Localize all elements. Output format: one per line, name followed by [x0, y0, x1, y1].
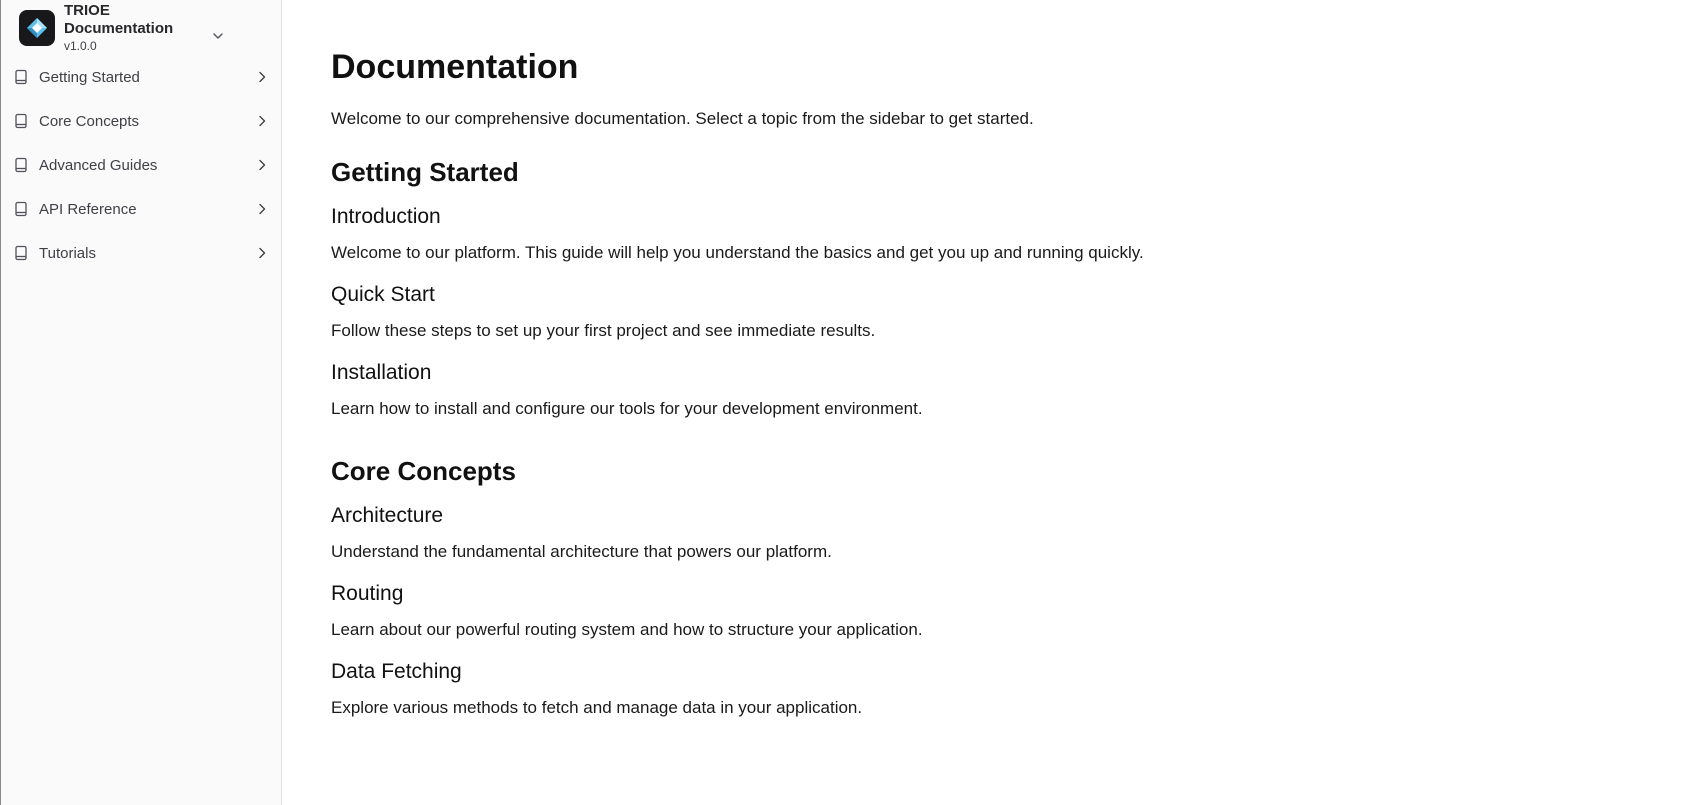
- sidebar-item-getting-started[interactable]: Getting Started: [1, 55, 281, 99]
- main-content: Documentation Welcome to our comprehensi…: [282, 0, 1706, 805]
- chevron-right-icon: [255, 114, 269, 128]
- page-intro: Welcome to our comprehensive documentati…: [331, 109, 1034, 128]
- brand-title: TRIOE Documentation: [64, 1, 174, 37]
- sidebar-item-label: Getting Started: [39, 68, 140, 86]
- sidebar-item-label: API Reference: [39, 200, 137, 218]
- sidebar-item-label: Tutorials: [39, 244, 96, 262]
- topic-title: Architecture: [331, 504, 444, 527]
- chevron-right-icon: [255, 202, 269, 216]
- section-heading: Core Concepts: [331, 456, 516, 486]
- section-getting-started: Getting Started Introduction Welcome to …: [331, 155, 1706, 420]
- topic-title: Introduction: [331, 205, 441, 228]
- sidebar: TRIOE Documentation v1.0.0 Getting Start…: [0, 0, 282, 805]
- book-icon: [13, 157, 29, 173]
- book-icon: [13, 245, 29, 261]
- page-title: Documentation: [331, 48, 579, 86]
- app: TRIOE Documentation v1.0.0 Getting Start…: [0, 0, 1706, 805]
- book-icon: [13, 69, 29, 85]
- topic-text: Welcome to our platform. This guide will…: [331, 243, 1144, 262]
- sidebar-item-advanced-guides[interactable]: Advanced Guides: [1, 143, 281, 187]
- topic-title: Routing: [331, 582, 404, 605]
- sidebar-item-api-reference[interactable]: API Reference: [1, 187, 281, 231]
- topic-text: Learn how to install and configure our t…: [331, 399, 923, 418]
- topic-text: Explore various methods to fetch and man…: [331, 698, 863, 717]
- chevron-down-icon: [211, 29, 225, 43]
- topic-text: Understand the fundamental architecture …: [331, 542, 832, 561]
- topic-title: Quick Start: [331, 283, 435, 306]
- topic-title: Installation: [331, 361, 432, 384]
- diamond-logo-icon: [19, 9, 55, 46]
- book-icon: [13, 113, 29, 129]
- sidebar-item-label: Advanced Guides: [39, 156, 158, 174]
- section-heading: Getting Started: [331, 157, 519, 187]
- chevron-right-icon: [255, 246, 269, 260]
- sidebar-nav: Getting Started Core Concepts Advanced G: [1, 55, 281, 275]
- chevron-right-icon: [255, 70, 269, 84]
- topic-text: Learn about our powerful routing system …: [331, 620, 923, 639]
- sidebar-item-tutorials[interactable]: Tutorials: [1, 231, 281, 275]
- chevron-right-icon: [255, 158, 269, 172]
- sidebar-item-core-concepts[interactable]: Core Concepts: [1, 99, 281, 143]
- book-icon: [13, 201, 29, 217]
- topic-title: Data Fetching: [331, 660, 462, 683]
- sidebar-item-label: Core Concepts: [39, 112, 140, 130]
- topic-text: Follow these steps to set up your first …: [331, 321, 876, 340]
- version-switcher[interactable]: TRIOE Documentation v1.0.0: [1, 0, 281, 55]
- version-label: v1.0.0: [64, 38, 97, 53]
- section-core-concepts: Core Concepts Architecture Understand th…: [331, 454, 1706, 719]
